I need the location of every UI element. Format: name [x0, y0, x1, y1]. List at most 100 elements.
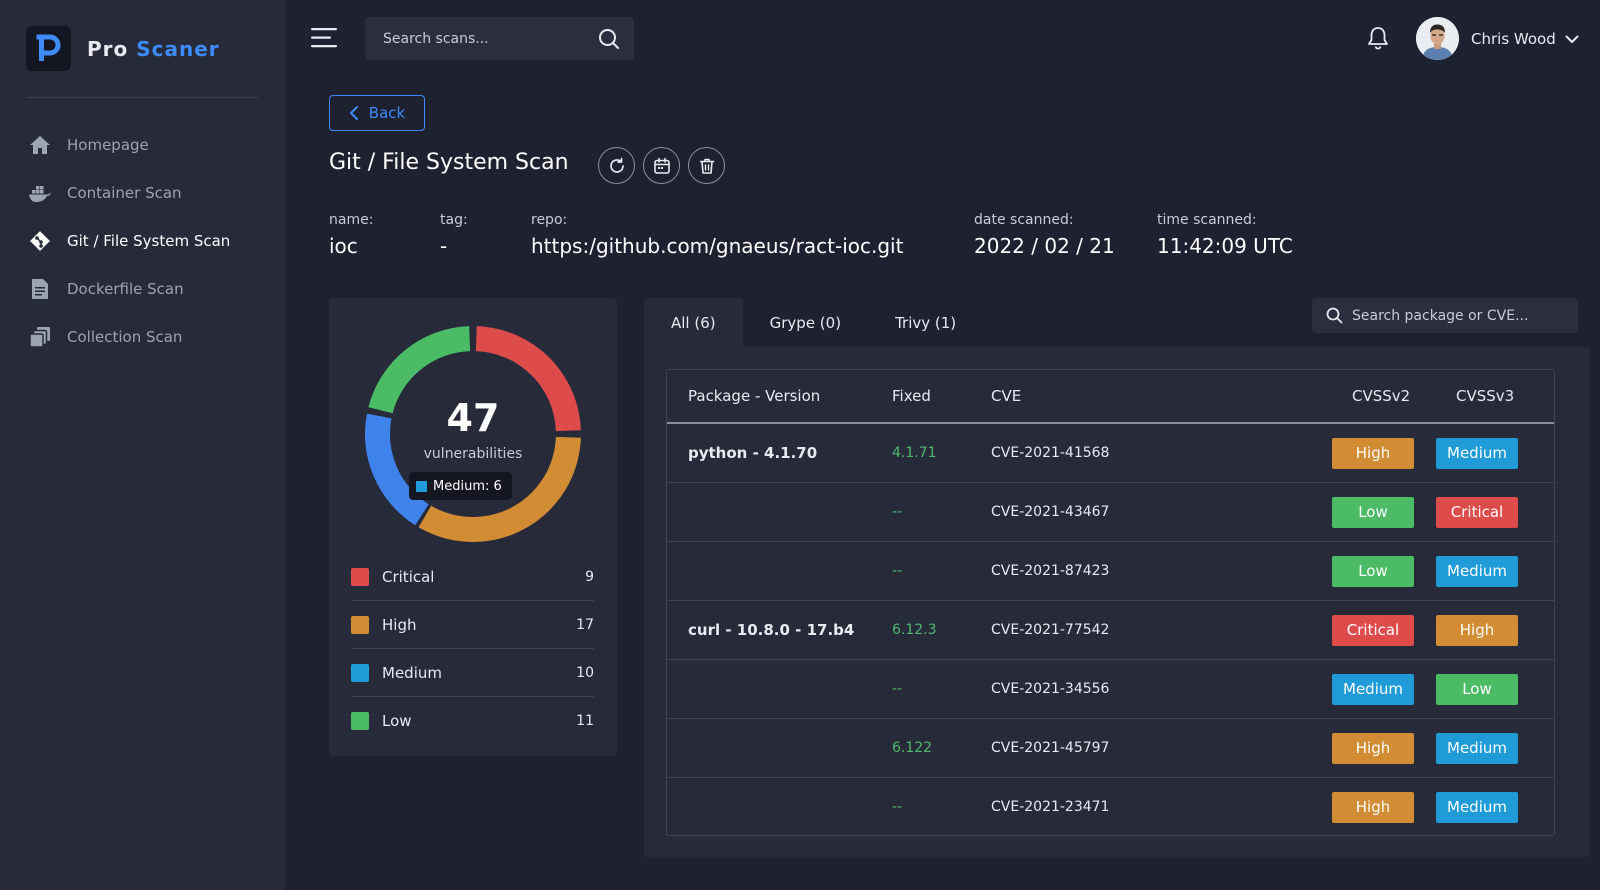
sidebar-item-collection-scan[interactable]: Collection Scan [28, 313, 268, 361]
legend-row-medium[interactable]: Medium 10 [351, 649, 594, 697]
fixed-version: 6.122 [892, 740, 933, 756]
menu-toggle-button[interactable] [311, 27, 339, 49]
search-icon [1326, 307, 1343, 324]
avatar[interactable] [1416, 17, 1459, 60]
package-search-box [1312, 298, 1578, 333]
meta-repo-value[interactable]: https:/github.com/gnaeus/ract-ioc.git [531, 234, 903, 258]
fixed-version: 6.12.3 [892, 622, 937, 638]
logo-mark-icon [26, 26, 71, 71]
scan-search-box [365, 17, 634, 60]
scan-search-input[interactable] [383, 30, 598, 47]
sidebar-item-container-scan[interactable]: Container Scan [28, 169, 268, 217]
cvss3-badge: High [1436, 615, 1518, 646]
schedule-button[interactable] [643, 147, 680, 184]
rescan-button[interactable] [598, 147, 635, 184]
app-logo[interactable]: Pro Scaner [26, 26, 220, 71]
cve-id[interactable]: CVE-2021-77542 [991, 601, 1109, 660]
tooltip-swatch [416, 480, 427, 492]
legend-label: High [382, 615, 417, 634]
user-menu[interactable]: Chris Wood [1416, 17, 1580, 60]
user-name: Chris Wood [1471, 29, 1556, 48]
legend-label: Medium [382, 663, 442, 682]
back-button[interactable]: Back [329, 95, 425, 131]
cve-id[interactable]: CVE-2021-43467 [991, 483, 1109, 542]
cvss3-badge: Medium [1436, 556, 1518, 587]
legend-swatch [351, 663, 369, 682]
file-icon [28, 277, 52, 301]
fixed-version: -- [892, 504, 903, 520]
legend-swatch [351, 615, 369, 634]
cve-id[interactable]: CVE-2021-41568 [991, 424, 1109, 483]
cvss2-badge: High [1332, 733, 1414, 764]
legend-swatch [351, 567, 369, 586]
table-row[interactable]: -- CVE-2021-34556 Medium Low [667, 660, 1554, 719]
cve-id[interactable]: CVE-2021-45797 [991, 719, 1109, 778]
legend-count: 10 [576, 664, 594, 681]
package-search-input[interactable] [1352, 307, 1578, 324]
column-header-fixed[interactable]: Fixed [892, 370, 931, 422]
package-version: curl - 10.8.0 - 17.b4 [688, 621, 855, 639]
legend-count: 17 [576, 616, 594, 633]
column-header-cve[interactable]: CVE [991, 370, 1021, 422]
column-header-cvss3[interactable]: CVSSv3 [1456, 370, 1514, 422]
sidebar-item-label: Homepage [67, 136, 149, 154]
chevron-down-icon [1565, 35, 1579, 43]
sidebar-item-dockerfile-scan[interactable]: Dockerfile Scan [28, 265, 268, 313]
table-row[interactable]: -- CVE-2021-23471 High Medium [667, 778, 1554, 837]
total-vulnerabilities-label: vulnerabilities [423, 446, 523, 462]
title-actions [598, 147, 725, 184]
tab-grype[interactable]: Grype (0) [743, 298, 868, 347]
cvss2-badge: Low [1332, 497, 1414, 528]
column-header-package[interactable]: Package - Version [688, 370, 820, 422]
search-icon[interactable] [598, 28, 620, 50]
sidebar-item-git-scan[interactable]: Git / File System Scan [28, 217, 268, 265]
cvss3-badge: Low [1436, 674, 1518, 705]
cvss2-badge: High [1332, 792, 1414, 823]
sidebar: Pro Scaner Homepage Container Scan Git /… [0, 0, 285, 890]
cve-id[interactable]: CVE-2021-87423 [991, 542, 1109, 601]
legend-swatch [351, 712, 369, 730]
column-header-cvss2[interactable]: CVSSv2 [1352, 370, 1410, 422]
meta-date-label: date scanned: [974, 212, 1074, 228]
brand-name: Pro Scaner [87, 37, 220, 61]
meta-name-label: name: [329, 212, 374, 228]
tooltip-text: Medium: 6 [433, 478, 502, 494]
sidebar-item-homepage[interactable]: Homepage [28, 121, 268, 169]
fixed-version: -- [892, 799, 903, 815]
legend-row-critical[interactable]: Critical 9 [351, 553, 594, 601]
scanner-tabs: All (6) Grype (0) Trivy (1) [644, 298, 983, 347]
table-row[interactable]: curl - 10.8.0 - 17.b4 6.12.3 CVE-2021-77… [667, 601, 1554, 660]
delete-button[interactable] [688, 147, 725, 184]
sidebar-item-label: Dockerfile Scan [67, 280, 184, 298]
page-title: Git / File System Scan [329, 150, 569, 175]
table-row[interactable]: -- CVE-2021-43467 Low Critical [667, 483, 1554, 542]
meta-tag: tag: - [440, 212, 468, 258]
table-row[interactable]: 6.122 CVE-2021-45797 High Medium [667, 719, 1554, 778]
cve-id[interactable]: CVE-2021-34556 [991, 660, 1109, 719]
table-row[interactable]: python - 4.1.70 4.1.71 CVE-2021-41568 Hi… [667, 424, 1554, 483]
meta-name: name: ioc [329, 212, 373, 258]
tab-trivy[interactable]: Trivy (1) [868, 298, 983, 347]
back-button-label: Back [368, 104, 406, 122]
cve-id[interactable]: CVE-2021-23471 [991, 778, 1109, 837]
meta-time-label: time scanned: [1157, 212, 1257, 228]
tab-all[interactable]: All (6) [644, 298, 743, 347]
cvss3-badge: Medium [1436, 733, 1518, 764]
table-row[interactable]: -- CVE-2021-87423 Low Medium [667, 542, 1554, 601]
notifications-button[interactable] [1367, 26, 1391, 52]
fixed-version: -- [892, 563, 903, 579]
total-vulnerabilities-count: 47 [446, 396, 500, 440]
legend-row-high[interactable]: High 17 [351, 601, 594, 649]
meta-tag-value: - [440, 234, 448, 258]
refresh-icon [609, 157, 624, 173]
package-version: python - 4.1.70 [688, 444, 818, 462]
cvss2-badge: High [1332, 438, 1414, 469]
home-icon [28, 133, 52, 157]
chart-tooltip: Medium: 6 [409, 472, 512, 500]
legend-count: 11 [576, 713, 594, 729]
legend-row-low[interactable]: Low 11 [351, 697, 594, 745]
cvss2-badge: Low [1332, 556, 1414, 587]
severity-legend: Critical 9 High 17 Medium 10 Low 11 [351, 553, 594, 745]
sidebar-item-label: Collection Scan [67, 328, 183, 346]
legend-label: Critical [382, 567, 435, 586]
